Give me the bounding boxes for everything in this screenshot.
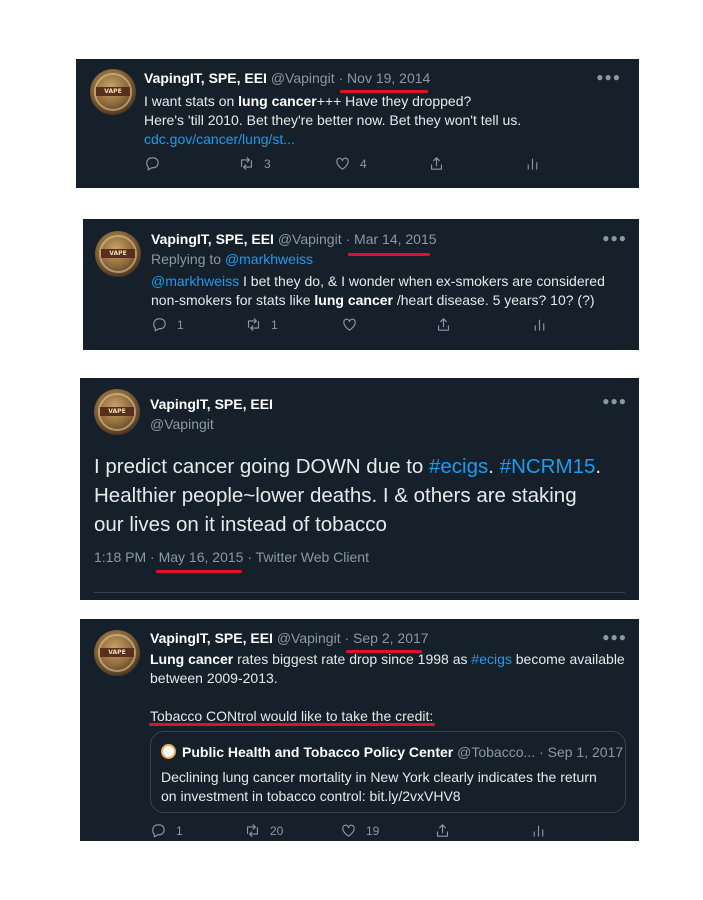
more-icon[interactable]: ●●● bbox=[602, 231, 627, 245]
retweet-count: 20 bbox=[270, 823, 284, 838]
tweet-actions: 1 1 bbox=[151, 316, 621, 336]
retweet-button[interactable]: 3 bbox=[238, 155, 271, 172]
tweet-header: VapingIT, SPE, EEI @Vapingit · Nov 19, 2… bbox=[144, 70, 431, 86]
tweet-header: VapingIT, SPE, EEI @Vapingit bbox=[150, 394, 273, 434]
reply-count: 1 bbox=[176, 823, 183, 838]
retweet-icon bbox=[240, 157, 253, 170]
tweet-header: VapingIT, SPE, EEI @Vapingit · Sep 2, 20… bbox=[150, 630, 429, 646]
more-icon[interactable]: ●●● bbox=[602, 394, 627, 408]
analytics-icon bbox=[527, 158, 538, 170]
retweet-icon bbox=[246, 824, 259, 837]
quote-header: Public Health and Tobacco Policy Center … bbox=[161, 744, 623, 760]
like-icon bbox=[342, 824, 355, 837]
retweet-count: 3 bbox=[264, 156, 271, 171]
analytics-icon bbox=[533, 825, 544, 837]
reply-count: 1 bbox=[177, 317, 184, 332]
author-name[interactable]: VapingIT, SPE, EEI bbox=[150, 394, 273, 414]
quote-author-name[interactable]: Public Health and Tobacco Policy Center bbox=[182, 744, 453, 760]
tweet-date[interactable]: Sep 2, 2017 bbox=[353, 630, 429, 646]
tweet-card-4[interactable]: VAPE VapingIT, SPE, EEI @Vapingit · Sep … bbox=[80, 619, 639, 841]
share-button[interactable] bbox=[428, 155, 445, 172]
share-icon bbox=[437, 318, 450, 331]
author-name[interactable]: VapingIT, SPE, EEI bbox=[150, 630, 273, 646]
reply-handle-link[interactable]: @markhweiss bbox=[225, 251, 313, 267]
avatar[interactable]: VAPE bbox=[94, 389, 140, 435]
analytics-button[interactable] bbox=[524, 155, 541, 172]
author-handle[interactable]: @Vapingit bbox=[271, 70, 335, 86]
tweet-meta: 1:18 PM · May 16, 2015 · Twitter Web Cli… bbox=[94, 549, 369, 565]
tweet-date[interactable]: Mar 14, 2015 bbox=[354, 231, 437, 247]
retweet-count: 1 bbox=[271, 317, 278, 332]
analytics-button[interactable] bbox=[531, 316, 548, 333]
reply-button[interactable]: 1 bbox=[151, 316, 184, 333]
tweet-text: Lung cancer rates biggest rate drop sinc… bbox=[150, 651, 625, 724]
tweet-card-2[interactable]: VAPE VapingIT, SPE, EEI @Vapingit · Mar … bbox=[83, 219, 639, 350]
retweet-button[interactable]: 1 bbox=[245, 316, 278, 333]
like-count: 4 bbox=[360, 156, 367, 171]
avatar[interactable]: VAPE bbox=[94, 630, 140, 676]
retweet-button[interactable]: 20 bbox=[244, 822, 283, 839]
author-handle[interactable]: @Vapingit bbox=[150, 414, 273, 434]
like-icon bbox=[343, 318, 356, 331]
date-underline bbox=[156, 570, 242, 573]
more-icon[interactable]: ●●● bbox=[596, 70, 621, 84]
author-name[interactable]: VapingIT, SPE, EEI bbox=[151, 231, 274, 247]
reply-icon bbox=[153, 318, 166, 332]
quoted-tweet[interactable]: Public Health and Tobacco Policy Center … bbox=[150, 731, 626, 813]
analytics-button[interactable] bbox=[530, 822, 547, 839]
quote-date[interactable]: Sep 1, 2017 bbox=[548, 744, 624, 760]
share-icon bbox=[430, 157, 443, 170]
reply-icon bbox=[152, 824, 165, 838]
avatar[interactable]: VAPE bbox=[95, 231, 141, 277]
like-icon bbox=[336, 157, 349, 170]
reply-icon bbox=[146, 157, 159, 171]
like-button[interactable]: 4 bbox=[334, 155, 367, 172]
analytics-icon bbox=[534, 319, 545, 331]
replying-to: Replying to @markhweiss bbox=[151, 251, 314, 267]
text-underline bbox=[149, 723, 435, 726]
reply-button[interactable] bbox=[144, 155, 161, 172]
author-handle[interactable]: @Vapingit bbox=[278, 231, 342, 247]
tweet-client[interactable]: Twitter Web Client bbox=[256, 549, 369, 565]
author-handle[interactable]: @Vapingit bbox=[277, 630, 341, 646]
retweet-icon bbox=[247, 318, 260, 331]
more-icon[interactable]: ●●● bbox=[602, 630, 627, 644]
like-button[interactable] bbox=[341, 316, 358, 333]
like-count: 19 bbox=[366, 823, 380, 838]
tweet-card-3[interactable]: VAPE VapingIT, SPE, EEI @Vapingit ●●● I … bbox=[80, 378, 639, 600]
quote-author-handle[interactable]: @Tobacco... bbox=[457, 744, 535, 760]
tweet-text: I predict cancer going DOWN due to #ecig… bbox=[94, 455, 602, 536]
hashtag-link[interactable]: #NCRM15 bbox=[500, 455, 596, 478]
share-button[interactable] bbox=[435, 316, 452, 333]
avatar[interactable]: VAPE bbox=[90, 69, 136, 115]
tweet-text: I want stats on lung cancer+++ Have they… bbox=[144, 93, 522, 149]
divider bbox=[94, 592, 625, 593]
share-button[interactable] bbox=[434, 822, 451, 839]
mention-link[interactable]: @markhweiss bbox=[151, 273, 239, 289]
like-button[interactable]: 19 bbox=[340, 822, 379, 839]
tweet-date[interactable]: Nov 19, 2014 bbox=[347, 70, 430, 86]
share-icon bbox=[436, 824, 449, 837]
tweet-header: VapingIT, SPE, EEI @Vapingit · Mar 14, 2… bbox=[151, 231, 437, 247]
tweet-actions: 1 20 19 bbox=[150, 822, 620, 841]
tweet-link[interactable]: cdc.gov/cancer/lung/st... bbox=[144, 130, 521, 149]
quote-avatar[interactable] bbox=[161, 744, 176, 759]
tweet-time[interactable]: 1:18 PM bbox=[94, 549, 146, 565]
tweet-text: Replying to @markhweiss @markhweiss I be… bbox=[151, 251, 605, 308]
tweet-card-1[interactable]: VAPE VapingIT, SPE, EEI @Vapingit · Nov … bbox=[76, 59, 639, 188]
reply-button[interactable]: 1 bbox=[150, 822, 183, 839]
quote-text: Declining lung cancer mortality in New Y… bbox=[161, 769, 597, 804]
author-name[interactable]: VapingIT, SPE, EEI bbox=[144, 70, 267, 86]
tweet-date[interactable]: May 16, 2015 bbox=[159, 549, 244, 565]
hashtag-link[interactable]: #ecigs bbox=[471, 651, 511, 667]
tweet-actions: 3 4 bbox=[144, 155, 614, 175]
hashtag-link[interactable]: #ecigs bbox=[429, 455, 488, 478]
